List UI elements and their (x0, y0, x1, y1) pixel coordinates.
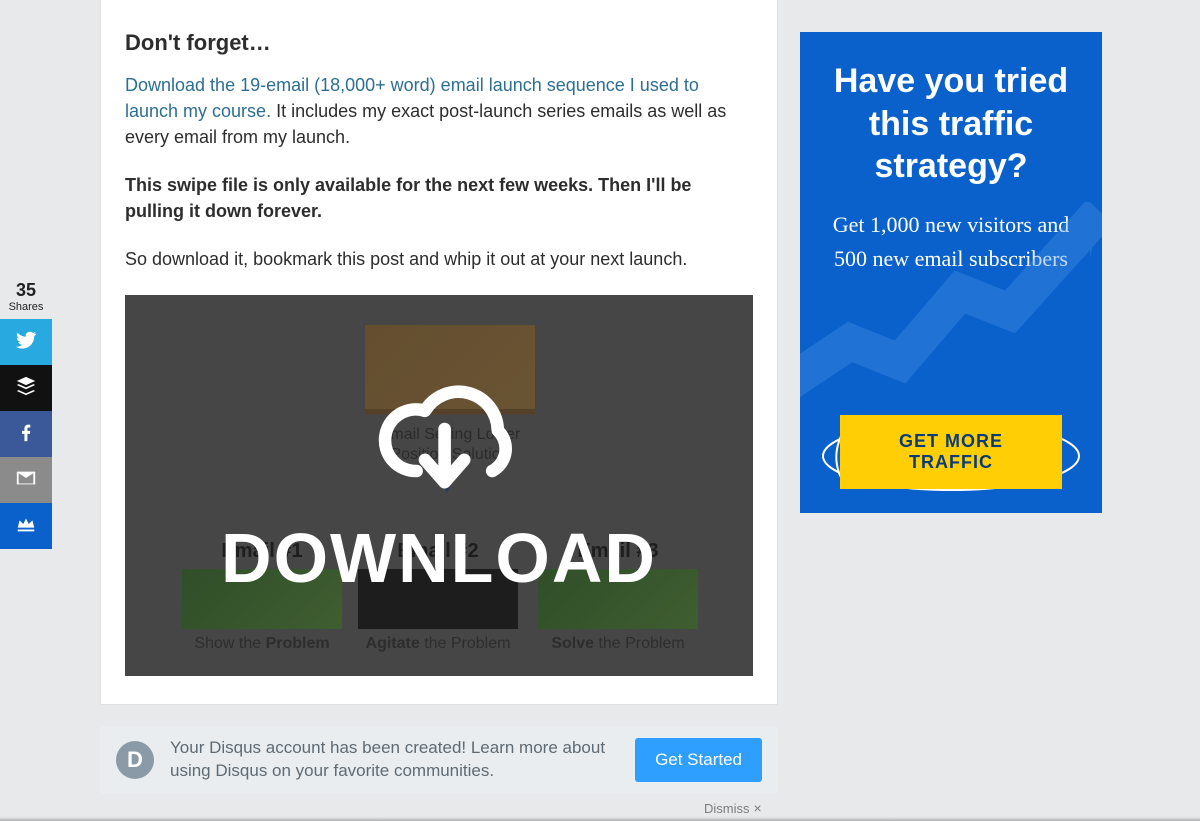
sidebar-ad[interactable]: Have you tried this traffic strategy? Ge… (800, 32, 1102, 513)
article-intro: Download the 19-email (18,000+ word) ema… (125, 72, 753, 150)
article-card: Don't forget… Download the 19-email (18,… (100, 0, 778, 705)
disqus-get-started-button[interactable]: Get Started (635, 738, 762, 782)
share-count-label: Shares (0, 301, 52, 313)
share-twitter-button[interactable] (0, 319, 52, 365)
share-sumo-button[interactable] (0, 503, 52, 549)
article-warning-text: This swipe file is only available for th… (125, 175, 691, 221)
cloud-download-icon (364, 373, 514, 518)
ad-cta-button[interactable]: GET MORE TRAFFIC (840, 415, 1062, 489)
close-icon: × (754, 800, 762, 816)
share-rail: 35 Shares (0, 278, 52, 549)
facebook-icon (15, 421, 37, 448)
buffer-icon (15, 375, 37, 402)
share-facebook-button[interactable] (0, 411, 52, 457)
share-buffer-button[interactable] (0, 365, 52, 411)
article-closing: So download it, bookmark this post and w… (125, 246, 753, 272)
ad-headline: Have you tried this traffic strategy? (824, 60, 1078, 188)
disqus-dismiss-link[interactable]: Dismiss × (704, 800, 762, 816)
mail-icon (15, 467, 37, 494)
article-warning: This swipe file is only available for th… (125, 172, 753, 224)
ad-chart-icon (800, 202, 1102, 402)
crown-icon (15, 513, 37, 540)
article-heading: Don't forget… (125, 30, 753, 56)
download-word: DOWNLOAD (221, 518, 657, 598)
share-count: 35 Shares (0, 278, 52, 319)
share-email-button[interactable] (0, 457, 52, 503)
dismiss-label: Dismiss (704, 801, 750, 816)
share-count-value: 35 (0, 280, 52, 301)
disqus-logo-icon: D (116, 741, 154, 779)
download-hero[interactable]: Email Selling Lower Position Solution Em… (125, 295, 753, 676)
download-overlay: DOWNLOAD (125, 295, 753, 676)
bottom-shadow (0, 817, 1200, 821)
twitter-icon (15, 329, 37, 356)
disqus-banner: D Your Disqus account has been created! … (100, 726, 778, 794)
disqus-message: Your Disqus account has been created! Le… (170, 737, 619, 783)
